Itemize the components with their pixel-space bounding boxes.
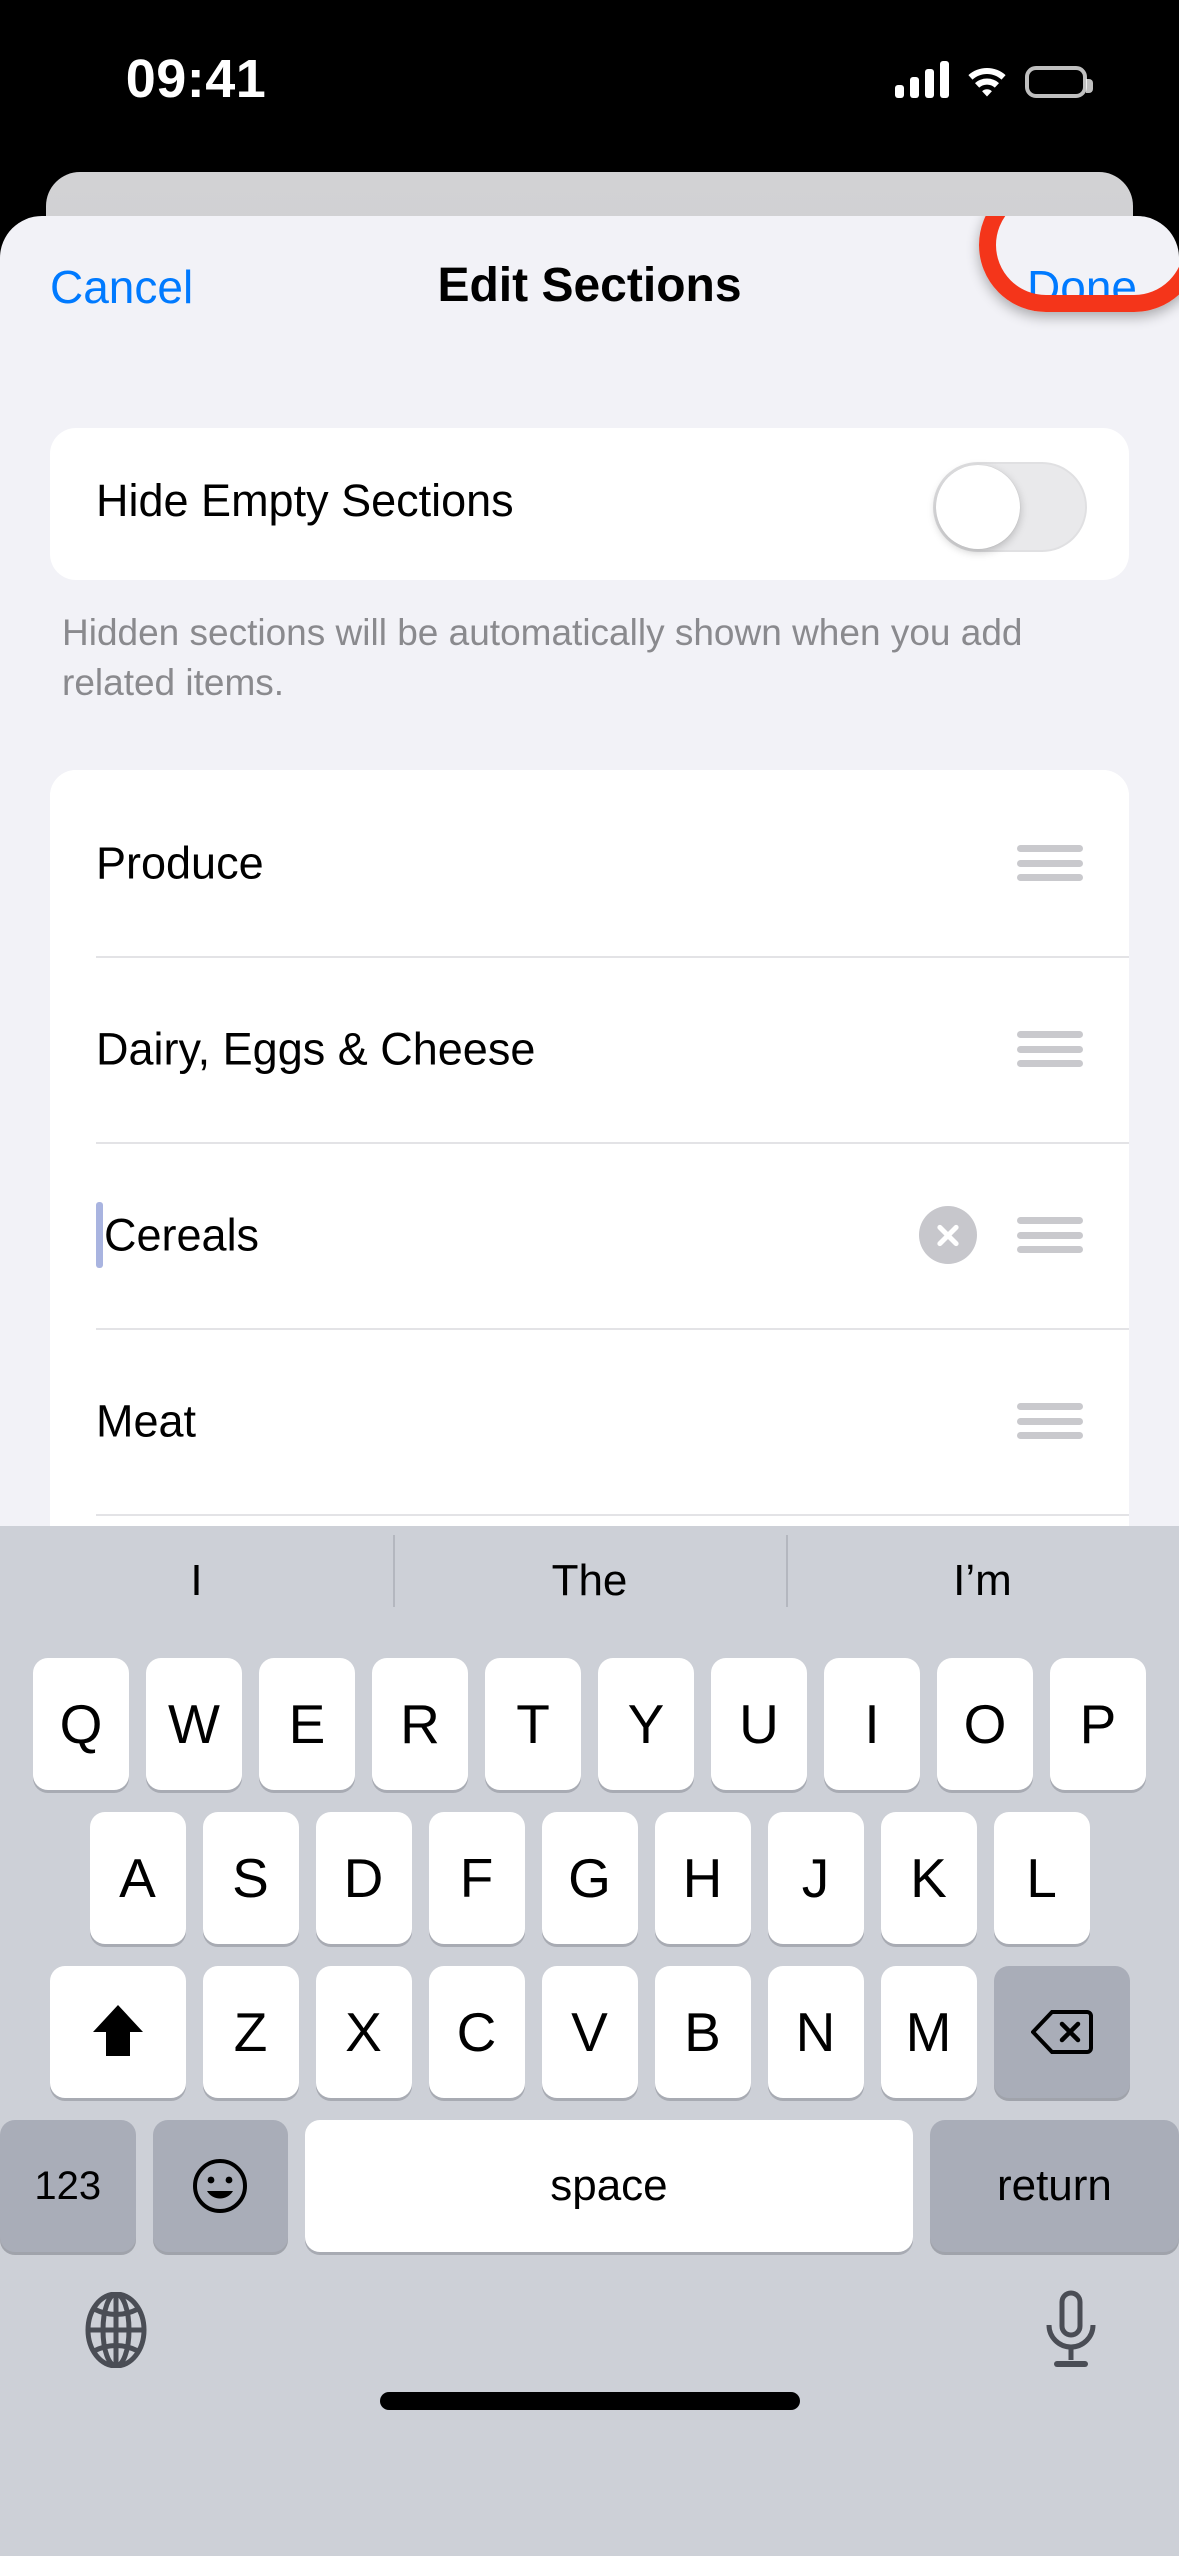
key-l[interactable]: L [993, 1812, 1090, 1944]
key-o[interactable]: O [937, 1658, 1033, 1790]
shift-icon[interactable] [49, 1966, 186, 2098]
drag-handle-icon[interactable] [1017, 1031, 1083, 1067]
section-name-label: Produce [96, 837, 264, 889]
hide-empty-sections-row[interactable]: Hide Empty Sections [50, 428, 1129, 580]
status-bar-time: 09:41 [125, 49, 267, 109]
drag-handle-icon[interactable] [1017, 1217, 1083, 1253]
space-key[interactable]: space [305, 2120, 913, 2252]
home-indicator [379, 2392, 800, 2410]
key-j[interactable]: J [767, 1812, 864, 1944]
key-z[interactable]: Z [202, 1966, 299, 2098]
row-separator [96, 1514, 1129, 1516]
key-i[interactable]: I [824, 1658, 920, 1790]
drag-handle-icon[interactable] [1017, 845, 1083, 881]
table-row[interactable]: Produce [50, 770, 1129, 956]
key-k[interactable]: K [880, 1812, 977, 1944]
battery-icon [1025, 66, 1093, 98]
prediction-candidate[interactable]: I [0, 1559, 393, 1603]
emoji-icon[interactable] [152, 2120, 289, 2252]
page-title: Edit Sections [437, 259, 742, 312]
backspace-glyph [1030, 2010, 1093, 2054]
key-u[interactable]: U [711, 1658, 807, 1790]
key-e[interactable]: E [259, 1658, 355, 1790]
toggle-knob [936, 465, 1020, 549]
keyboard-row-3: Z X C V B N M [0, 1966, 1179, 2098]
text-cursor [96, 1202, 103, 1268]
delete-icon[interactable] [993, 1966, 1130, 2098]
key-v[interactable]: V [541, 1966, 638, 2098]
key-h[interactable]: H [654, 1812, 751, 1944]
globe-icon[interactable] [78, 2292, 154, 2368]
prediction-candidate[interactable]: The [393, 1535, 786, 1607]
table-row[interactable]: Dairy, Eggs & Cheese [50, 956, 1129, 1142]
keyboard-row-1: Q W E R T Y U I O P [0, 1658, 1179, 1790]
key-b[interactable]: B [654, 1966, 751, 2098]
return-key[interactable]: return [929, 2120, 1179, 2252]
row-separator [96, 1142, 1129, 1144]
table-row[interactable]: Meat [50, 1328, 1129, 1514]
on-screen-keyboard: I The I’m Q W E R T Y U I O P A S D F G … [0, 1526, 1179, 2556]
key-s[interactable]: S [202, 1812, 299, 1944]
keyboard-bottom-bar [0, 2270, 1179, 2440]
keyboard-row-4: 123 space return [0, 2120, 1179, 2252]
key-a[interactable]: A [89, 1812, 186, 1944]
section-name-input[interactable]: Cereals [104, 1213, 259, 1258]
predictive-text-bar: I The I’m [0, 1526, 1179, 1636]
key-f[interactable]: F [428, 1812, 525, 1944]
key-r[interactable]: R [372, 1658, 468, 1790]
key-y[interactable]: Y [598, 1658, 694, 1790]
row-separator [96, 956, 1129, 958]
status-bar-icons [895, 52, 1093, 98]
row-separator [96, 1328, 1129, 1330]
key-t[interactable]: T [485, 1658, 581, 1790]
table-row-editing[interactable]: Cereals [50, 1142, 1129, 1328]
cellular-signal-icon [895, 60, 949, 98]
smiley-glyph [193, 2159, 248, 2213]
key-p[interactable]: P [1050, 1658, 1146, 1790]
clear-text-icon[interactable] [919, 1206, 977, 1264]
key-n[interactable]: N [767, 1966, 864, 2098]
shift-arrow-glyph [92, 2005, 143, 2056]
microphone-icon[interactable] [1041, 2290, 1101, 2372]
key-x[interactable]: X [315, 1966, 412, 2098]
keyboard-row-2: A S D F G H J K L [0, 1812, 1179, 1944]
section-name-label: Dairy, Eggs & Cheese [96, 1023, 536, 1075]
section-name-label: Meat [96, 1395, 197, 1447]
wifi-icon [968, 68, 1006, 97]
hide-empty-sections-label: Hide Empty Sections [96, 475, 514, 526]
numbers-key[interactable]: 123 [0, 2120, 136, 2252]
hide-empty-sections-toggle[interactable] [933, 462, 1087, 552]
key-w[interactable]: W [146, 1658, 242, 1790]
phone-screen: 09:41 Cancel Edit Sections Done Hide Emp… [0, 0, 1179, 2556]
prediction-candidate[interactable]: I’m [786, 1535, 1179, 1607]
navigation-bar: Cancel Edit Sections Done [0, 216, 1179, 376]
done-button[interactable]: Done [1027, 264, 1137, 310]
status-bar: 09:41 [0, 0, 1179, 170]
section-footnote: Hidden sections will be automatically sh… [62, 612, 1023, 703]
key-c[interactable]: C [428, 1966, 525, 2098]
key-q[interactable]: Q [33, 1658, 129, 1790]
key-g[interactable]: G [541, 1812, 638, 1944]
key-d[interactable]: D [315, 1812, 412, 1944]
drag-handle-icon[interactable] [1017, 1403, 1083, 1439]
key-m[interactable]: M [880, 1966, 977, 2098]
